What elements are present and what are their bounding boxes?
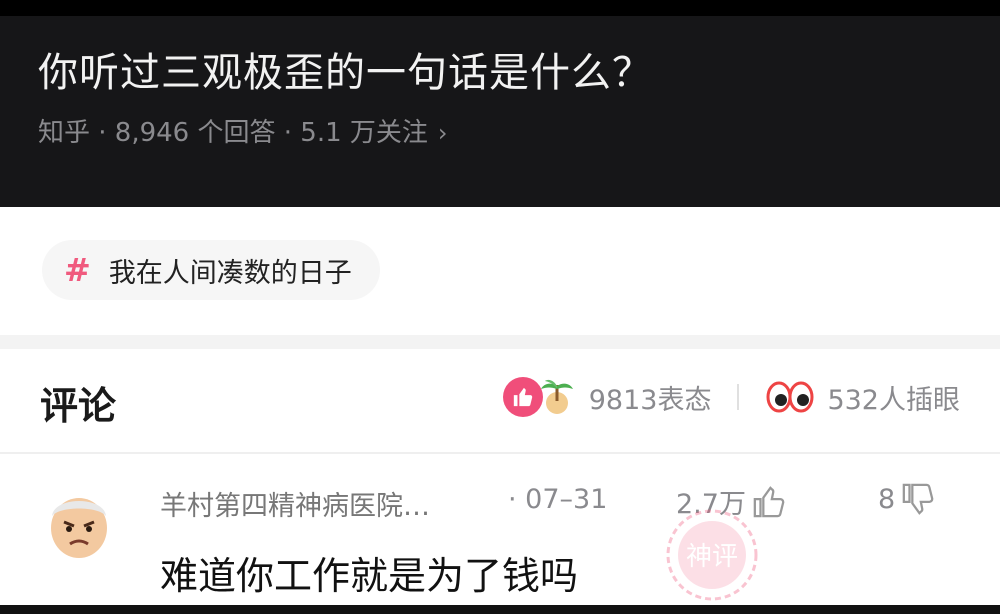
- avatar[interactable]: [38, 482, 120, 564]
- comments-divider: [0, 452, 1000, 454]
- comment-dislike-button[interactable]: 8: [878, 482, 935, 516]
- bottom-edge: [0, 605, 1000, 614]
- comment-stamp: 神评: [666, 509, 758, 601]
- comment-author[interactable]: 羊村第四精神病医院…: [160, 484, 430, 523]
- thumbs-down-icon: [902, 483, 934, 515]
- comment-date: · 07–31: [508, 484, 608, 515]
- palm-tree-icon[interactable]: [537, 377, 577, 417]
- question-header: 你听过三观极歪的一句话是什么？ 知乎 · 8,946 个回答 · 5.1 万关注…: [0, 0, 1000, 207]
- status-strip: [0, 0, 1000, 16]
- question-meta-text: 知乎 · 8,946 个回答 · 5.1 万关注: [38, 118, 428, 148]
- hashtag-icon: #: [64, 251, 91, 289]
- content-panel: # 我在人间凑数的日子 评论 9813表态 532人插眼 羊村第四精神病医院… …: [0, 207, 1000, 614]
- question-title[interactable]: 你听过三观极歪的一句话是什么？: [38, 40, 653, 98]
- topic-tag[interactable]: # 我在人间凑数的日子: [42, 240, 380, 300]
- comment-dislike-count: 8: [878, 483, 896, 515]
- comments-title: 评论: [40, 384, 117, 428]
- question-meta[interactable]: 知乎 · 8,946 个回答 · 5.1 万关注 ›: [38, 112, 448, 149]
- reaction-separator: [737, 384, 740, 410]
- comment-text: 难道你工作就是为了钱吗: [160, 554, 579, 598]
- stamp-text: 神评: [686, 542, 738, 572]
- reaction-count[interactable]: 9813表态: [589, 378, 712, 417]
- topic-tag-label: 我在人间凑数的日子: [108, 257, 352, 289]
- section-divider: [0, 335, 1000, 349]
- reactions-bar: 9813表态 532人插眼: [502, 377, 960, 417]
- watch-count[interactable]: 532人插眼: [827, 378, 960, 417]
- chevron-right-icon: ›: [437, 119, 448, 147]
- eyes-icon[interactable]: [765, 377, 815, 417]
